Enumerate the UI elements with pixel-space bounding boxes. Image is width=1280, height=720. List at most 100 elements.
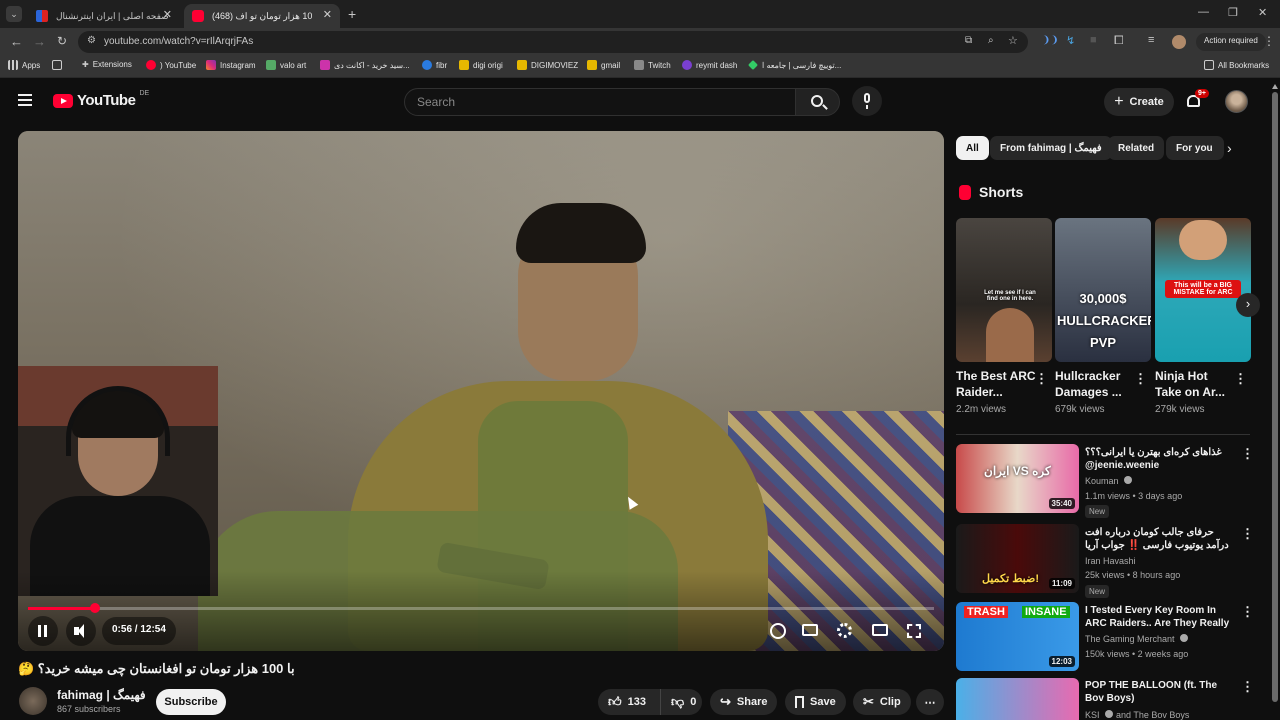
share-button[interactable]: ↪ Share <box>710 689 778 715</box>
search-input[interactable]: Search <box>404 88 796 116</box>
browser-tab-active[interactable]: (468) با 100 هزار تومان تو اف... ✕ <box>184 4 340 28</box>
save-button[interactable]: Save <box>785 689 846 715</box>
short-more-icon[interactable]: ⋮ <box>1035 371 1048 387</box>
recommendation-title[interactable]: غذاهای کره‌ای بهترن یا ایرانی؟؟؟ jeenie.… <box>1085 446 1235 472</box>
recommendation-more-icon[interactable]: ⋮ <box>1241 526 1254 542</box>
recommendation-more-icon[interactable]: ⋮ <box>1241 604 1254 620</box>
maximize-icon[interactable]: ❐ <box>1228 6 1238 19</box>
new-tab-icon[interactable]: + <box>348 6 356 22</box>
short-thumbnail[interactable]: This will be a BIG MISTAKE for ARC <box>1155 218 1251 362</box>
dislike-button[interactable]: 👎︎ 0 <box>660 689 702 715</box>
bookmark-shop[interactable]: سید خرید - اکانت دی... <box>320 60 410 70</box>
search-button[interactable] <box>795 88 840 116</box>
voice-search-button[interactable] <box>852 86 882 116</box>
address-bar[interactable]: ⚙ youtube.com/watch?v=rIlArqrjFAs ⧉ ⌕ ☆ <box>78 31 1028 53</box>
extension-icon[interactable]: ❩❩ <box>1042 35 1059 46</box>
chip-for-you[interactable]: For you <box>1166 136 1224 160</box>
profile-avatar-icon[interactable] <box>1172 35 1186 49</box>
site-info-icon[interactable]: ⚙ <box>87 35 96 46</box>
recommendation-channel[interactable]: KSI and The Bov Boys <box>1085 710 1189 720</box>
zoom-icon[interactable]: ⌕ <box>988 35 994 46</box>
chip-from-channel[interactable]: From fahimag | فهیمگ <box>990 136 1112 160</box>
extension-icon[interactable]: ■ <box>1090 34 1097 46</box>
minimize-icon[interactable]: — <box>1198 6 1209 18</box>
recommendation-title[interactable]: حرفای جالب کومان درباره افت درآمد یوتیوب… <box>1085 526 1235 552</box>
settings-gear-icon[interactable] <box>837 623 852 638</box>
all-bookmarks[interactable]: All Bookmarks <box>1204 60 1269 70</box>
recommendation-thumbnail[interactable]: ایران VS کره 35:40 <box>956 444 1079 513</box>
reload-icon[interactable]: ↻ <box>57 34 67 48</box>
recommendation-more-icon[interactable]: ⋮ <box>1241 446 1254 462</box>
account-avatar[interactable] <box>1225 90 1248 113</box>
bookmark-reymit-dash[interactable]: reymit dash <box>682 60 737 70</box>
bookmark-twitch-farsi[interactable]: توییچ فارسی | جامعه ا... <box>748 60 841 70</box>
recommendation-channel[interactable]: Kouman <box>1085 476 1133 486</box>
miniplayer-icon[interactable] <box>872 624 888 636</box>
bookmark-digi-origi[interactable]: digi origi <box>459 60 503 70</box>
chip-all[interactable]: All <box>956 136 989 160</box>
chip-related[interactable]: Related <box>1108 136 1165 160</box>
bookmark-instagram[interactable]: Instagram <box>206 60 256 70</box>
browser-menu-icon[interactable]: ⋮ <box>1263 34 1275 48</box>
short-more-icon[interactable]: ⋮ <box>1134 371 1147 387</box>
install-app-icon[interactable]: ⧉ <box>965 35 972 46</box>
action-required-button[interactable]: Action required <box>1196 33 1266 51</box>
recommendation-more-icon[interactable]: ⋮ <box>1241 679 1254 695</box>
short-more-icon[interactable]: ⋮ <box>1234 371 1247 387</box>
channel-avatar[interactable] <box>19 687 47 715</box>
bookmark-gmail[interactable]: gmail <box>587 60 620 70</box>
recommendation-title[interactable]: I Tested Every Key Room In ARC Raiders..… <box>1085 604 1235 630</box>
tab-search-icon[interactable]: ⌄ <box>6 6 22 22</box>
chips-next-arrow-icon[interactable]: › <box>1227 140 1232 156</box>
progress-scrubber[interactable] <box>90 603 101 613</box>
short-thumbnail[interactable]: 30,000$ HULLCRACKER PVP <box>1055 218 1151 362</box>
bookmark-valo-art[interactable]: valo art <box>266 60 306 70</box>
page-scrollbar[interactable] <box>1270 80 1280 720</box>
close-tab-icon[interactable]: ✕ <box>163 8 172 21</box>
bookmark-apps[interactable]: Apps <box>8 60 40 70</box>
bookmark-fibr[interactable]: fibr <box>422 60 447 70</box>
clip-button[interactable]: ✂ Clip <box>853 689 911 715</box>
browser-tab[interactable]: صفحه اصلی | ایران اینترنشنال ✕ <box>28 4 180 28</box>
close-tab-icon[interactable]: ✕ <box>323 8 332 21</box>
short-title[interactable]: The Best ARC Raider... <box>956 368 1036 400</box>
volume-button[interactable] <box>66 616 96 646</box>
short-thumbnail[interactable]: Let me see if I can find one in here. <box>956 218 1052 362</box>
bookmark-youtube[interactable]: ) YouTube <box>146 60 196 70</box>
subtitles-icon[interactable] <box>802 624 818 636</box>
close-window-icon[interactable]: ✕ <box>1258 6 1267 19</box>
recommendation-thumbnail[interactable]: TRASH INSANE 12:03 <box>956 602 1079 671</box>
video-player[interactable]: 0:56 / 12:54 <box>18 131 944 651</box>
bookmark-extensions[interactable]: ✚ Extensions <box>82 60 132 69</box>
recommendation-channel[interactable]: Iran Havashi <box>1085 556 1136 566</box>
translate-extension-icon[interactable]: ↯ <box>1066 34 1075 47</box>
recommendation-thumbnail[interactable] <box>956 678 1079 720</box>
scrollbar-up-arrow-icon[interactable] <box>1272 84 1278 89</box>
extensions-puzzle-icon[interactable]: ⧠ <box>1114 33 1124 48</box>
scrollbar-thumb[interactable] <box>1272 92 1278 702</box>
like-button[interactable]: 👍︎ 133 <box>598 689 660 715</box>
play-pause-button[interactable] <box>28 616 58 646</box>
bookmark-digimoviez[interactable]: DIGIMOVIEZ <box>517 60 578 70</box>
create-button[interactable]: + Create <box>1104 88 1174 116</box>
back-icon[interactable]: ← <box>10 34 23 49</box>
forward-icon[interactable]: → <box>33 34 46 49</box>
recommendation-channel[interactable]: The Gaming Merchant <box>1085 634 1189 644</box>
progress-bar[interactable] <box>28 603 934 613</box>
fullscreen-icon[interactable] <box>907 624 921 638</box>
subscribe-button[interactable]: Subscribe <box>156 689 226 715</box>
short-title[interactable]: Hullcracker Damages ... <box>1055 368 1135 400</box>
channel-name[interactable]: fahimag | فهیمگ <box>57 688 146 702</box>
recommendation-title[interactable]: POP THE BALLOON (ft. The Bov Boys) <box>1085 679 1235 705</box>
autoplay-toggle-icon[interactable] <box>770 623 786 639</box>
youtube-logo[interactable]: YouTube DE <box>53 90 149 109</box>
bookmark-twitch[interactable]: Twitch <box>634 60 671 70</box>
notifications-button[interactable]: 9+ <box>1184 89 1209 112</box>
guide-menu-icon[interactable] <box>18 94 32 106</box>
short-title[interactable]: Ninja Hot Take on Ar... <box>1155 368 1235 400</box>
shorts-next-arrow-icon[interactable]: › <box>1236 293 1260 317</box>
media-control-icon[interactable]: ≡ <box>1148 34 1154 46</box>
more-actions-button[interactable]: ⋯ <box>916 689 944 715</box>
tab-groups-icon[interactable] <box>52 60 62 70</box>
bookmark-star-icon[interactable]: ☆ <box>1008 34 1018 47</box>
